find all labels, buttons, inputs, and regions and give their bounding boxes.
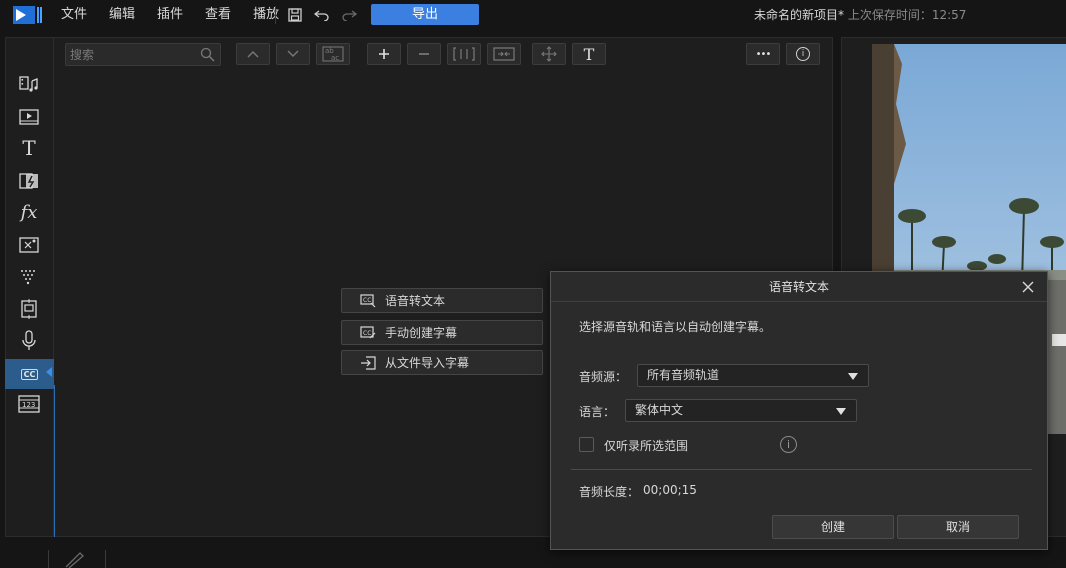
add-subtitle-button[interactable] [367, 43, 401, 65]
subtitle-room-icon[interactable] [18, 298, 40, 320]
split-icon [453, 47, 475, 61]
split-subtitle-button[interactable] [447, 43, 481, 65]
plus-icon [379, 49, 389, 59]
redo-icon[interactable] [338, 4, 360, 26]
dialog-divider [571, 469, 1032, 470]
move-down-button[interactable] [276, 43, 310, 65]
audio-source-value: 所有音频轨道 [647, 368, 720, 382]
chevron-up-icon [247, 51, 259, 58]
toolbar-divider [275, 6, 276, 24]
menu-playback[interactable]: 播放 [242, 0, 290, 30]
minus-icon [419, 53, 429, 55]
cc-edit-icon: CC [360, 325, 376, 340]
export-button[interactable]: 导出 [371, 4, 479, 25]
svg-text:CC: CC [363, 297, 371, 304]
speech-to-text-label: 语音转文本 [385, 294, 446, 308]
search-box [65, 43, 221, 66]
merge-subtitle-button[interactable] [487, 43, 521, 65]
transition-room-icon[interactable] [18, 170, 40, 192]
title-room-icon[interactable]: T [18, 136, 40, 160]
svg-text:CC: CC [363, 330, 371, 337]
speech-to-text-button[interactable]: CC 语音转文本 [341, 288, 543, 313]
particle-room-icon[interactable] [18, 266, 40, 288]
import-icon [360, 355, 376, 370]
move-arrows-icon [541, 46, 557, 62]
more-options-button[interactable]: ••• [746, 43, 780, 65]
merge-icon [493, 47, 515, 61]
find-replace-button[interactable]: ab ac [316, 43, 350, 65]
audio-length-value: 00;00;15 [643, 483, 697, 497]
menu-edit[interactable]: 编辑 [98, 0, 146, 30]
room-sidebar: T fx CC 123 [5, 37, 54, 537]
video-template-icon[interactable] [18, 106, 40, 128]
find-replace-icon: abac [322, 46, 344, 62]
active-tab-indicator-icon [46, 367, 52, 377]
text-format-button[interactable]: T [572, 43, 606, 65]
move-subtitle-button[interactable] [532, 43, 566, 65]
save-icon[interactable] [284, 4, 306, 26]
dropdown-arrow-icon [836, 408, 846, 415]
move-up-button[interactable] [236, 43, 270, 65]
media-room-icon[interactable] [18, 73, 40, 95]
menu-view[interactable]: 查看 [194, 0, 242, 30]
menu-file[interactable]: 文件 [50, 0, 98, 30]
bottom-divider [48, 550, 49, 568]
search-input[interactable] [66, 44, 194, 65]
effect-room-icon[interactable]: fx [18, 201, 40, 223]
project-title-area: 未命名的新项目* 上次保存时间：12:57 [754, 0, 966, 30]
menu-bar: 文件 编辑 插件 查看 播放 [50, 0, 290, 30]
selection-only-label: 仅听录所选范围 [604, 439, 689, 453]
chevron-down-icon [287, 50, 299, 57]
project-title: 未命名的新项目* [754, 8, 845, 22]
cc-icon: CC [20, 368, 39, 380]
create-button[interactable]: 创建 [772, 515, 894, 539]
language-label: 语言： [579, 405, 616, 419]
search-icon[interactable] [200, 47, 215, 62]
voice-over-icon[interactable] [18, 330, 40, 352]
undo-icon[interactable] [311, 4, 333, 26]
info-icon[interactable]: i [780, 436, 797, 453]
dropdown-arrow-icon [848, 373, 858, 380]
dialog-title: 语音转文本 [551, 272, 1047, 302]
last-saved-time: 上次保存时间：12:57 [847, 8, 967, 22]
cancel-button[interactable]: 取消 [897, 515, 1019, 539]
language-select[interactable]: 繁体中文 [625, 399, 857, 422]
close-icon[interactable] [1021, 280, 1035, 294]
app-logo-icon [13, 6, 42, 24]
import-subtitle-button[interactable]: 从文件导入字幕 [341, 350, 543, 375]
import-subtitle-label: 从文件导入字幕 [385, 356, 470, 370]
info-icon: i [796, 47, 810, 61]
info-button[interactable]: i [786, 43, 820, 65]
speech-to-text-dialog: 语音转文本 选择源音轨和语言以自动创建字幕。 音频源： 所有音频轨道 语言： 繁… [550, 271, 1048, 550]
audio-source-label: 音频源： [579, 370, 628, 384]
pip-room-icon[interactable] [18, 234, 40, 256]
chapter-room-icon[interactable]: 123 [18, 393, 40, 415]
bottom-divider-2 [105, 550, 106, 568]
menu-plugins[interactable]: 插件 [146, 0, 194, 30]
dialog-description: 选择源音轨和语言以自动创建字幕。 [579, 320, 772, 334]
svg-text:123: 123 [22, 401, 35, 409]
top-bar: 文件 编辑 插件 查看 播放 导出 未命名的新项目* 上次保存时间：12:57 [0, 0, 1066, 30]
panel-edge-highlight [54, 385, 55, 537]
speech-to-text-icon: CC [360, 293, 376, 308]
audio-length-label: 音频长度： [579, 485, 640, 499]
selection-only-checkbox[interactable] [579, 437, 594, 452]
audio-source-select[interactable]: 所有音频轨道 [637, 364, 869, 387]
manual-create-subtitle-button[interactable]: CC 手动创建字幕 [341, 320, 543, 345]
pen-icon[interactable] [62, 550, 86, 568]
language-value: 繁体中文 [635, 403, 684, 417]
manual-create-label: 手动创建字幕 [385, 326, 458, 340]
remove-subtitle-button[interactable] [407, 43, 441, 65]
